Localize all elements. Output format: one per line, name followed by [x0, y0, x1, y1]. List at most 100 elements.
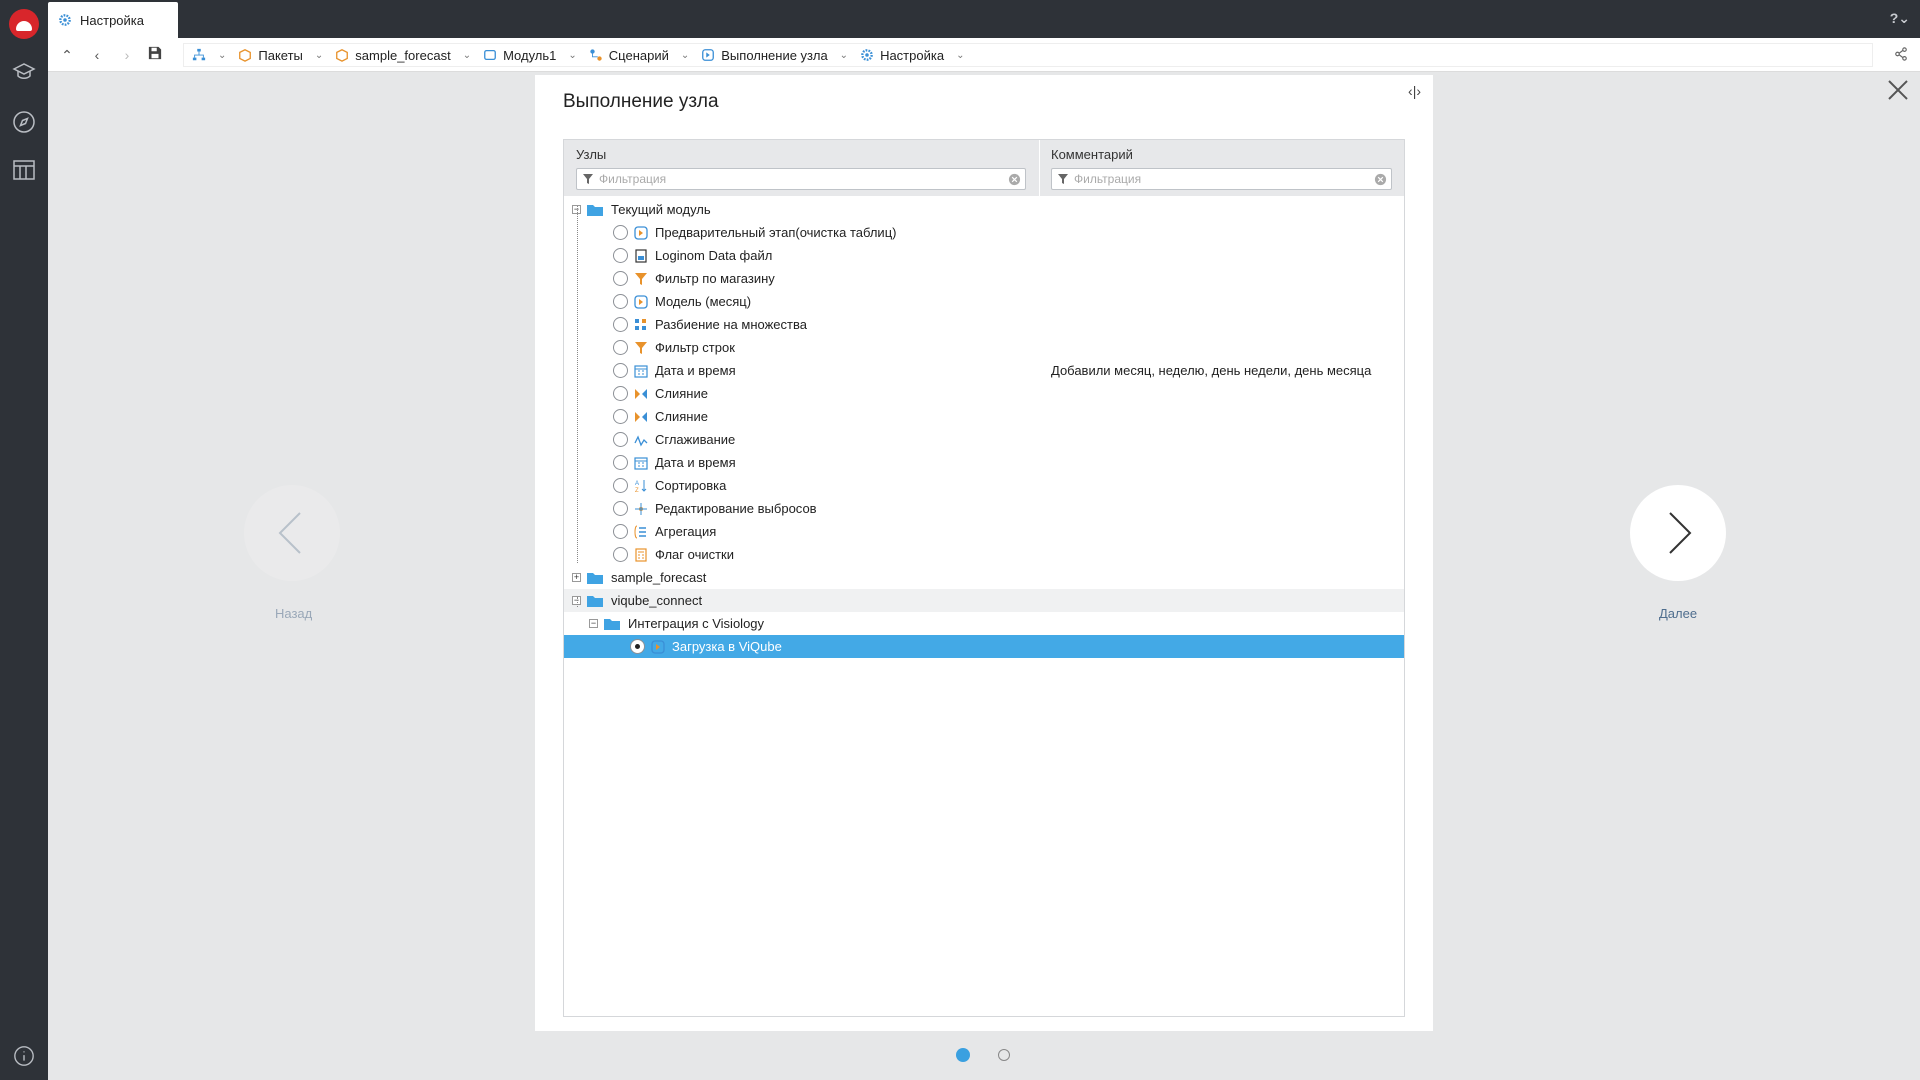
prev-button[interactable]	[244, 485, 340, 581]
tree-item-label: Модель (месяц)	[655, 294, 752, 309]
breadcrumb-scenario[interactable]: Сценарий ⌄	[589, 48, 689, 63]
breadcrumb-label: Настройка	[880, 47, 945, 63]
tree-item-label: Агрегация	[655, 524, 717, 539]
tree-item-label: Слияние	[655, 409, 708, 424]
back-button[interactable]: ‹	[88, 46, 106, 64]
tree-item-label: Разбиение на множества	[655, 317, 807, 332]
tree-folder-row[interactable]: − viqube_connect	[564, 589, 1404, 612]
close-icon[interactable]	[1886, 78, 1910, 102]
tree-node-row[interactable]: Флаг очистки	[564, 543, 1404, 566]
node-radio[interactable]	[613, 363, 628, 378]
tree-node-row[interactable]: Загрузка в ViQube	[564, 635, 1404, 658]
tree-node-row[interactable]: Редактирование выбросов	[564, 497, 1404, 520]
breadcrumb: ⌄ Пакеты ⌄ sample_forecast ⌄ Модуль1 ⌄ Сцен…	[183, 43, 1873, 67]
expand-icon[interactable]: +	[572, 573, 581, 582]
node-radio[interactable]	[613, 409, 628, 424]
save-button[interactable]	[146, 46, 164, 64]
grid-header: Узлы Комментарий	[564, 140, 1404, 196]
tree-item-label: Сортировка	[655, 478, 727, 493]
tab-settings[interactable]: Настройка	[48, 2, 178, 38]
split-view-icon[interactable]: ‹|›	[1408, 83, 1421, 99]
clear-icon[interactable]	[1008, 173, 1021, 186]
outliers-icon	[635, 502, 647, 515]
tree-node-row[interactable]: Модель (месяц)	[564, 290, 1404, 313]
tree-node-row[interactable]: Дата и время	[564, 451, 1404, 474]
column-header-nodes[interactable]: Узлы	[576, 147, 606, 162]
node-radio[interactable]	[613, 501, 628, 516]
breadcrumb-label: Сценарий	[608, 47, 669, 63]
clear-icon[interactable]	[1374, 173, 1387, 186]
scenario-icon	[590, 49, 602, 61]
node-radio[interactable]	[613, 317, 628, 332]
node-radio[interactable]	[613, 225, 628, 240]
tree-item-label: Флаг очистки	[655, 547, 735, 562]
next-label[interactable]: Далее	[1659, 606, 1697, 621]
tree-item-label: Фильтр строк	[655, 340, 735, 355]
tree-node-row[interactable]: Фильтр строк	[564, 336, 1404, 359]
tree-folder-row[interactable]: − Интеграция с Visiology	[564, 612, 1404, 635]
node-radio[interactable]	[613, 340, 628, 355]
share-icon[interactable]	[1894, 47, 1908, 64]
forward-button[interactable]: ›	[118, 46, 136, 64]
tree-node-row[interactable]: A Z Сортировка	[564, 474, 1404, 497]
folder-icon	[587, 205, 603, 216]
column-header-comment[interactable]: Комментарий	[1051, 147, 1133, 162]
tree-node-row[interactable]: Фильтр по магазину	[564, 267, 1404, 290]
page-title: Выполнение узла	[563, 91, 719, 112]
node-radio[interactable]	[613, 524, 628, 539]
breadcrumb-settings[interactable]: Настройка ⌄	[860, 48, 964, 63]
node-radio[interactable]	[613, 248, 628, 263]
table-icon[interactable]	[12, 158, 36, 182]
chevron-right-icon	[1669, 512, 1692, 554]
page-indicator-1[interactable]	[956, 1048, 970, 1062]
node-radio[interactable]	[630, 639, 645, 654]
node-radio[interactable]	[613, 294, 628, 309]
comment-filter-input[interactable]	[1074, 172, 1368, 186]
comment-filter-field	[1051, 168, 1392, 190]
breadcrumb-module[interactable]: Модуль1 ⌄	[483, 48, 577, 63]
calendar-icon	[634, 364, 648, 378]
node-radio[interactable]	[613, 432, 628, 447]
column-divider[interactable]	[1039, 140, 1040, 196]
node-radio[interactable]	[613, 271, 628, 286]
tree-folder-row[interactable]: + sample_forecast	[564, 566, 1404, 589]
graduation-cap-icon[interactable]	[12, 60, 36, 84]
svg-text:A: A	[635, 481, 639, 487]
tree-node-row[interactable]: Сглаживание	[564, 428, 1404, 451]
tree-node-row[interactable]: Слияние	[564, 405, 1404, 428]
svg-text:Z: Z	[635, 488, 639, 493]
tree-node-row[interactable]: Разбиение на множества	[564, 313, 1404, 336]
tree-node-row[interactable]: Дата и время Добавили месяц, неделю, день…	[564, 359, 1404, 382]
tree-folder-row[interactable]: − Текущий модуль	[564, 198, 1404, 221]
package-icon	[239, 49, 252, 62]
calculator-icon	[635, 547, 647, 562]
tree-node-row[interactable]: Предварительный этап(очистка таблиц)	[564, 221, 1404, 244]
hierarchy-icon	[192, 48, 206, 61]
prev-label[interactable]: Назад	[275, 606, 312, 621]
tree-guide-line	[577, 206, 578, 563]
breadcrumb-node-execution[interactable]: Выполнение узла ⌄	[701, 48, 848, 63]
left-sidebar	[0, 0, 48, 1080]
app-logo[interactable]	[9, 9, 39, 39]
tree-node-row[interactable]: Loginom Data файл	[564, 244, 1404, 267]
breadcrumb-packages[interactable]: Пакеты ⌄	[238, 48, 323, 63]
info-icon[interactable]	[13, 1045, 35, 1067]
node-radio[interactable]	[613, 478, 628, 493]
node-radio[interactable]	[613, 386, 628, 401]
node-radio[interactable]	[613, 455, 628, 470]
page-indicator-2[interactable]	[998, 1049, 1010, 1061]
tree-node-row[interactable]: Слияние	[564, 382, 1404, 405]
up-button[interactable]: ⌃	[58, 46, 76, 64]
nodes-filter-input[interactable]	[599, 172, 1002, 186]
tree-item-label: Интеграция с Visiology	[628, 616, 765, 631]
tab-label: Настройка	[80, 12, 144, 28]
collapse-icon[interactable]: −	[589, 619, 598, 628]
help-icon[interactable]: ?⌄	[1890, 10, 1910, 27]
compass-icon[interactable]	[12, 110, 36, 134]
next-button[interactable]	[1630, 485, 1726, 581]
data-file-icon	[635, 248, 647, 263]
breadcrumb-sample-forecast[interactable]: sample_forecast ⌄	[335, 48, 471, 63]
breadcrumb-hierarchy[interactable]: ⌄	[192, 48, 226, 62]
node-radio[interactable]	[613, 547, 628, 562]
tree-node-row[interactable]: Агрегация	[564, 520, 1404, 543]
